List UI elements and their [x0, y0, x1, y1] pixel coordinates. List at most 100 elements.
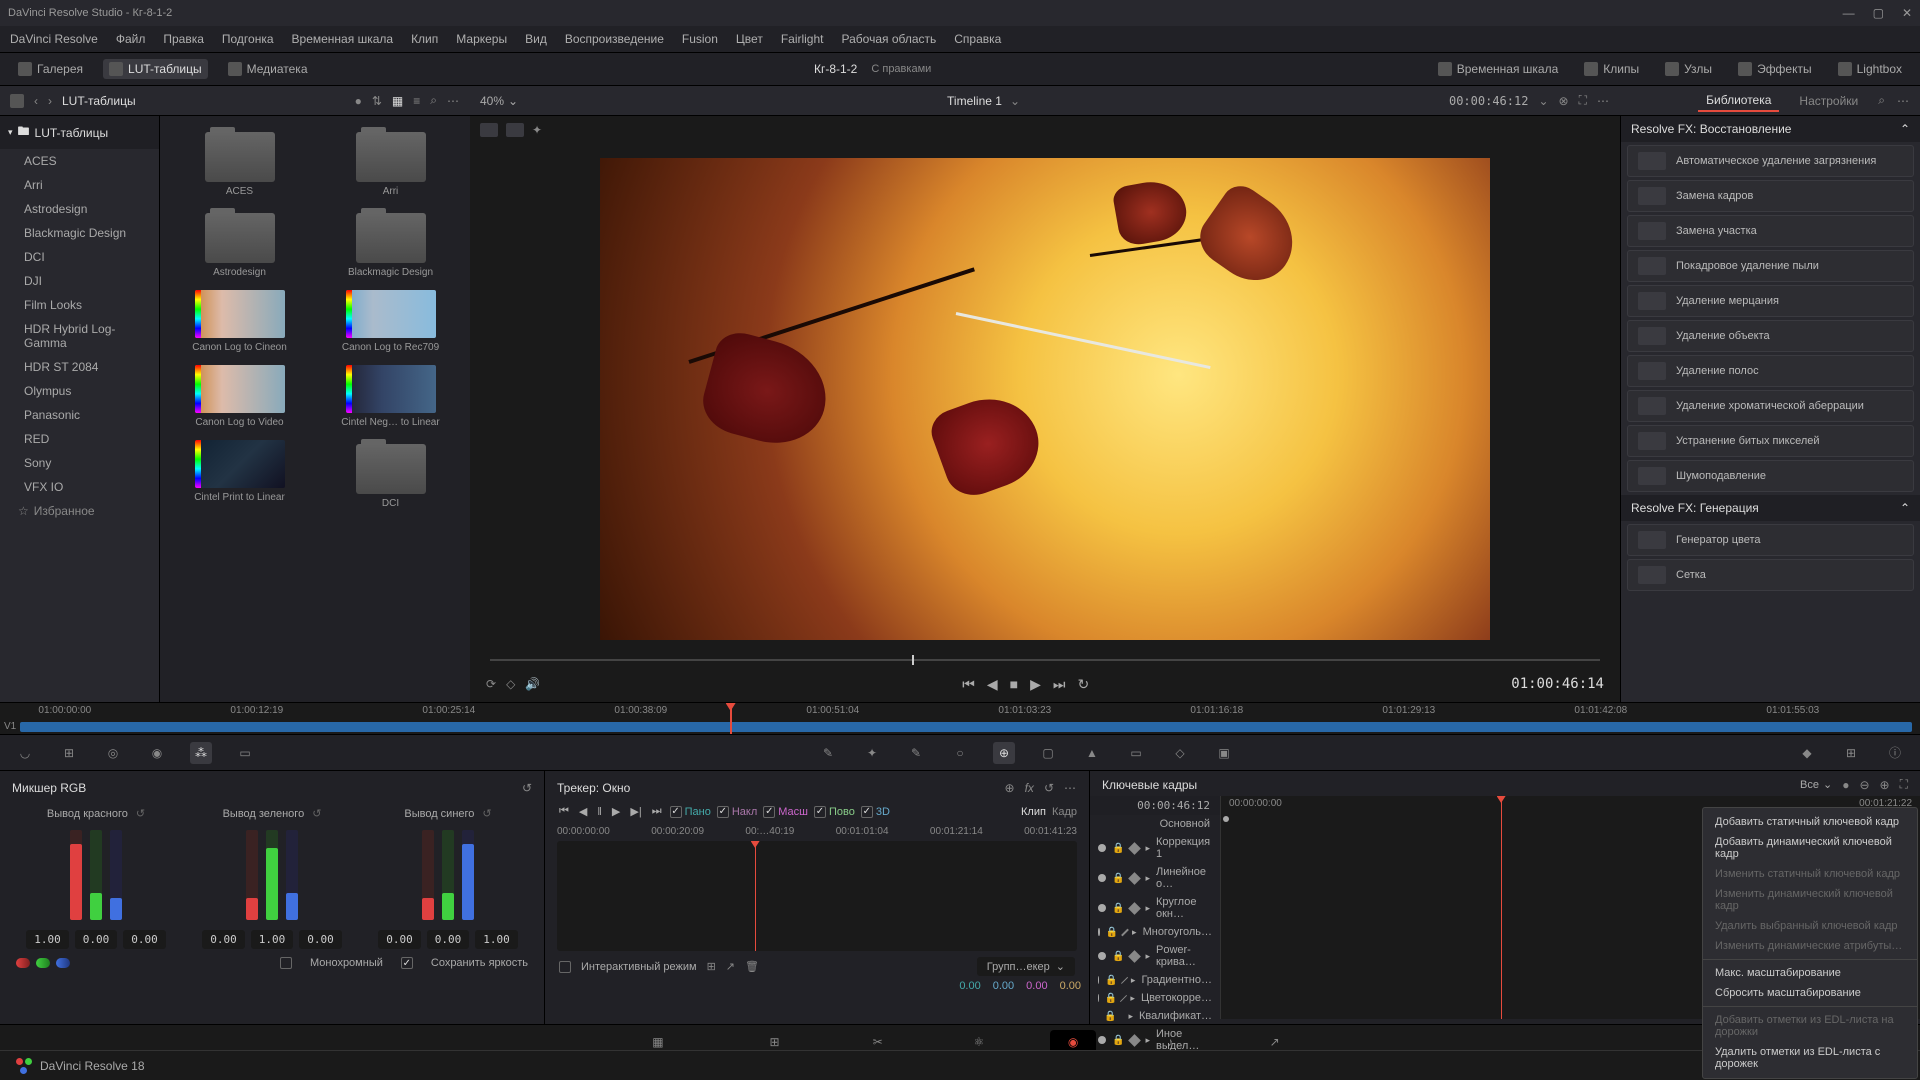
keyframe-row[interactable]: 🔒▸Коррекция 1 — [1090, 833, 1220, 863]
viewer-image[interactable] — [470, 144, 1620, 654]
sidebar-item-VFX IO[interactable]: VFX IO — [0, 475, 159, 499]
track-rev-button[interactable]: ◀ — [577, 805, 589, 818]
window-icon[interactable]: ○ — [949, 742, 971, 764]
rgb-value[interactable]: 0.00 — [123, 930, 166, 949]
chevron-right-icon[interactable]: ▸ — [1145, 1035, 1150, 1046]
keyframe-row[interactable]: 🔒▸Круглое окн… — [1090, 893, 1220, 923]
menu-справка[interactable]: Справка — [954, 32, 1001, 46]
chevron-right-icon[interactable]: ▸ — [1145, 843, 1150, 854]
lut-item[interactable]: Blackmagic Design — [319, 205, 462, 278]
rgb-value[interactable]: 1.00 — [26, 930, 69, 949]
fx-item[interactable]: Удаление полос — [1627, 355, 1914, 387]
keyframe-icon[interactable] — [1129, 950, 1142, 963]
fx-item[interactable]: Удаление объекта — [1627, 320, 1914, 352]
sort-icon[interactable]: ⇅ — [372, 94, 382, 108]
lock-icon[interactable]: 🔒 — [1112, 903, 1124, 914]
fx-more-icon[interactable]: ⋯ — [1897, 94, 1910, 108]
reset-icon[interactable]: ↺ — [1044, 781, 1054, 795]
lut-item[interactable]: Cintel Neg… to Linear — [319, 361, 462, 428]
remove-point-icon[interactable]: ↗ — [726, 960, 735, 973]
fx-search-icon[interactable]: ⌕ — [1878, 93, 1885, 108]
search-icon[interactable]: ⌕ — [430, 93, 437, 108]
audio-icon[interactable]: 🔊 — [525, 677, 540, 691]
kf-dot-icon[interactable]: ● — [1842, 778, 1849, 792]
lut-item[interactable]: DCI — [319, 436, 462, 509]
sidebar-item-DCI[interactable]: DCI — [0, 245, 159, 269]
rgb-value[interactable]: 1.00 — [251, 930, 294, 949]
curves2-icon[interactable]: ✎ — [817, 742, 839, 764]
sidebar-item-RED[interactable]: RED — [0, 427, 159, 451]
lock-icon[interactable]: 🔒 — [1106, 927, 1118, 938]
rgb-value[interactable]: 0.00 — [378, 930, 421, 949]
tab-settings[interactable]: Настройки — [1791, 91, 1866, 111]
menu-маркеры[interactable]: Маркеры — [456, 32, 507, 46]
keyframe-row[interactable]: 🔒▸Градиентно… — [1090, 971, 1220, 989]
keyframe-mode-icon[interactable]: ◆ — [1796, 742, 1818, 764]
rgb-bar[interactable] — [286, 830, 298, 920]
last-frame-button[interactable]: ⏭ — [1053, 676, 1066, 693]
tab-library[interactable]: Библиотека — [1698, 90, 1779, 112]
rotate-check[interactable]: Пово — [814, 806, 855, 818]
rgb-mixer-icon[interactable]: ⁂ — [190, 742, 212, 764]
keyframe-icon[interactable] — [1129, 842, 1142, 855]
wheels-icon[interactable]: ◎ — [102, 742, 124, 764]
track-rev-all-button[interactable]: ⏮ — [557, 805, 571, 818]
pan-check[interactable]: Пано — [670, 806, 711, 818]
menu-вид[interactable]: Вид — [525, 32, 547, 46]
fx-item[interactable]: Удаление мерцания — [1627, 285, 1914, 317]
kf-enable-dot[interactable] — [1098, 844, 1106, 852]
sidebar-item-Olympus[interactable]: Olympus — [0, 379, 159, 403]
chevron-right-icon[interactable]: ▸ — [1145, 873, 1150, 884]
chevron-right-icon[interactable]: ▸ — [1131, 975, 1136, 986]
reset-icon[interactable]: ↺ — [482, 807, 491, 820]
tracker-fx-icon[interactable]: fx — [1025, 781, 1034, 795]
lock-icon[interactable]: 🔒 — [1105, 975, 1117, 986]
kf-enable-dot[interactable] — [1098, 928, 1100, 936]
rgb-bar[interactable] — [70, 830, 82, 920]
frame-mode-label[interactable]: Кадр — [1052, 806, 1077, 818]
timeline-clip[interactable] — [20, 722, 1912, 732]
track-fwd-all-button[interactable]: ⏭ — [650, 805, 664, 818]
motion-icon[interactable]: ▭ — [234, 742, 256, 764]
rgb-bar[interactable] — [462, 830, 474, 920]
fx-item[interactable]: Покадровое удаление пыли — [1627, 250, 1914, 282]
lock-icon[interactable]: 🔒 — [1105, 993, 1117, 1004]
rgb-value[interactable]: 0.00 — [75, 930, 118, 949]
rgb-bar[interactable] — [422, 830, 434, 920]
sidebar-item-Film Looks[interactable]: Film Looks — [0, 293, 159, 317]
slider-dot-icon[interactable]: ● — [355, 94, 362, 108]
menu-davinci resolve[interactable]: DaVinci Resolve — [10, 32, 98, 46]
zoom-check[interactable]: Масш — [763, 806, 808, 818]
context-menu-item[interactable]: Макс. масштабирование — [1703, 963, 1917, 983]
keyframe-icon[interactable] — [1121, 976, 1128, 983]
sidebar-favorites[interactable]: ☆ Избранное — [0, 499, 159, 523]
menu-подгонка[interactable]: Подгонка — [222, 32, 274, 46]
hdr-icon[interactable]: ◉ — [146, 742, 168, 764]
curves-icon[interactable]: ◡ — [14, 742, 36, 764]
stop-button[interactable]: ■ — [1010, 676, 1018, 692]
lut-item[interactable]: Arri — [319, 124, 462, 197]
fx-item[interactable]: Удаление хроматической аберрации — [1627, 390, 1914, 422]
tracker-more-icon[interactable]: ⋯ — [1064, 781, 1077, 795]
magic-icon[interactable]: ▢ — [1037, 742, 1059, 764]
mono-checkbox[interactable] — [280, 957, 292, 969]
zoom-select[interactable]: 40% ⌄ — [480, 94, 518, 108]
kf-enable-dot[interactable] — [1098, 952, 1106, 960]
sidebar-header[interactable]: ▾ 🖿 LUT-таблицы — [0, 116, 159, 149]
toolbar-Временная шкала[interactable]: Временная шкала — [1432, 59, 1565, 79]
chevron-right-icon[interactable]: ▸ — [1132, 927, 1137, 938]
context-menu-item[interactable]: Добавить статичный ключевой кадр — [1703, 812, 1917, 832]
minimize-button[interactable]: — — [1843, 6, 1855, 20]
zoom-out-icon[interactable]: ⊖ — [1859, 778, 1869, 792]
keyframe-icon[interactable] — [1129, 902, 1142, 915]
chevron-right-icon[interactable]: ▸ — [1145, 903, 1150, 914]
clip-mode-label[interactable]: Клип — [1021, 806, 1046, 818]
fx-item[interactable]: Автоматическое удаление загрязнения — [1627, 145, 1914, 177]
expand-icon[interactable]: ⛶ — [1900, 777, 1908, 792]
tracker-target-icon[interactable]: ⊕ — [1005, 781, 1015, 795]
rgb-value[interactable]: 0.00 — [299, 930, 342, 949]
panel-toggle-icon[interactable] — [10, 94, 24, 108]
lut-item[interactable]: Canon Log to Video — [168, 361, 311, 428]
kf-enable-dot[interactable] — [1098, 874, 1106, 882]
grid-view-icon[interactable]: ▦ — [392, 94, 403, 108]
